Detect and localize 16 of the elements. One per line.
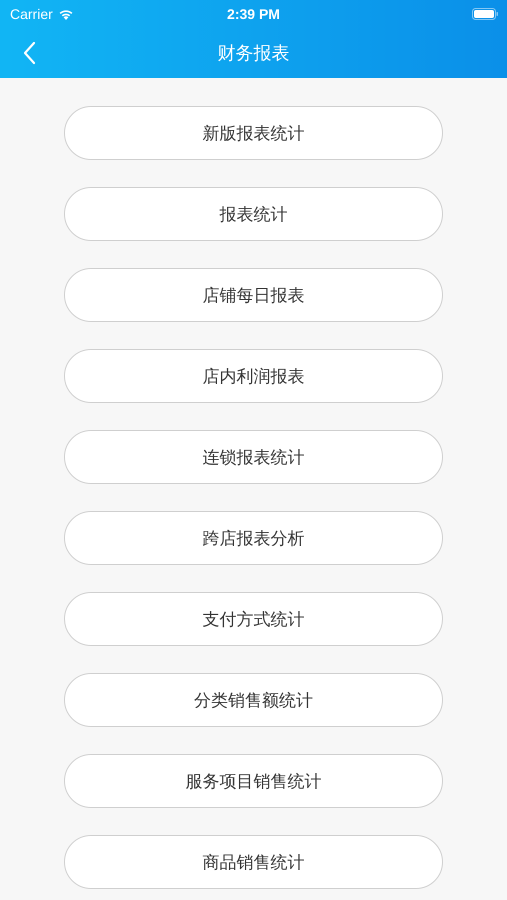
menu-button[interactable]: 服务项目销售统计 — [64, 754, 443, 808]
menu-button[interactable]: 店铺每日报表 — [64, 268, 443, 322]
menu-button[interactable]: 支付方式统计 — [64, 592, 443, 646]
menu-button[interactable]: 店内利润报表 — [64, 349, 443, 403]
menu-button[interactable]: 商品销售统计 — [64, 835, 443, 889]
menu-button[interactable]: 跨店报表分析 — [64, 511, 443, 565]
menu-button[interactable]: 新版报表统计 — [64, 106, 443, 160]
menu-button[interactable]: 连锁报表统计 — [64, 430, 443, 484]
menu-button[interactable]: 分类销售额统计 — [64, 673, 443, 727]
carrier-label: Carrier — [10, 6, 53, 22]
wifi-icon — [58, 8, 74, 20]
menu-button[interactable]: 报表统计 — [64, 187, 443, 241]
back-button[interactable] — [22, 41, 36, 65]
battery-icon — [472, 8, 499, 20]
nav-title: 财务报表 — [218, 42, 290, 65]
status-time: 2:39 PM — [227, 6, 280, 22]
